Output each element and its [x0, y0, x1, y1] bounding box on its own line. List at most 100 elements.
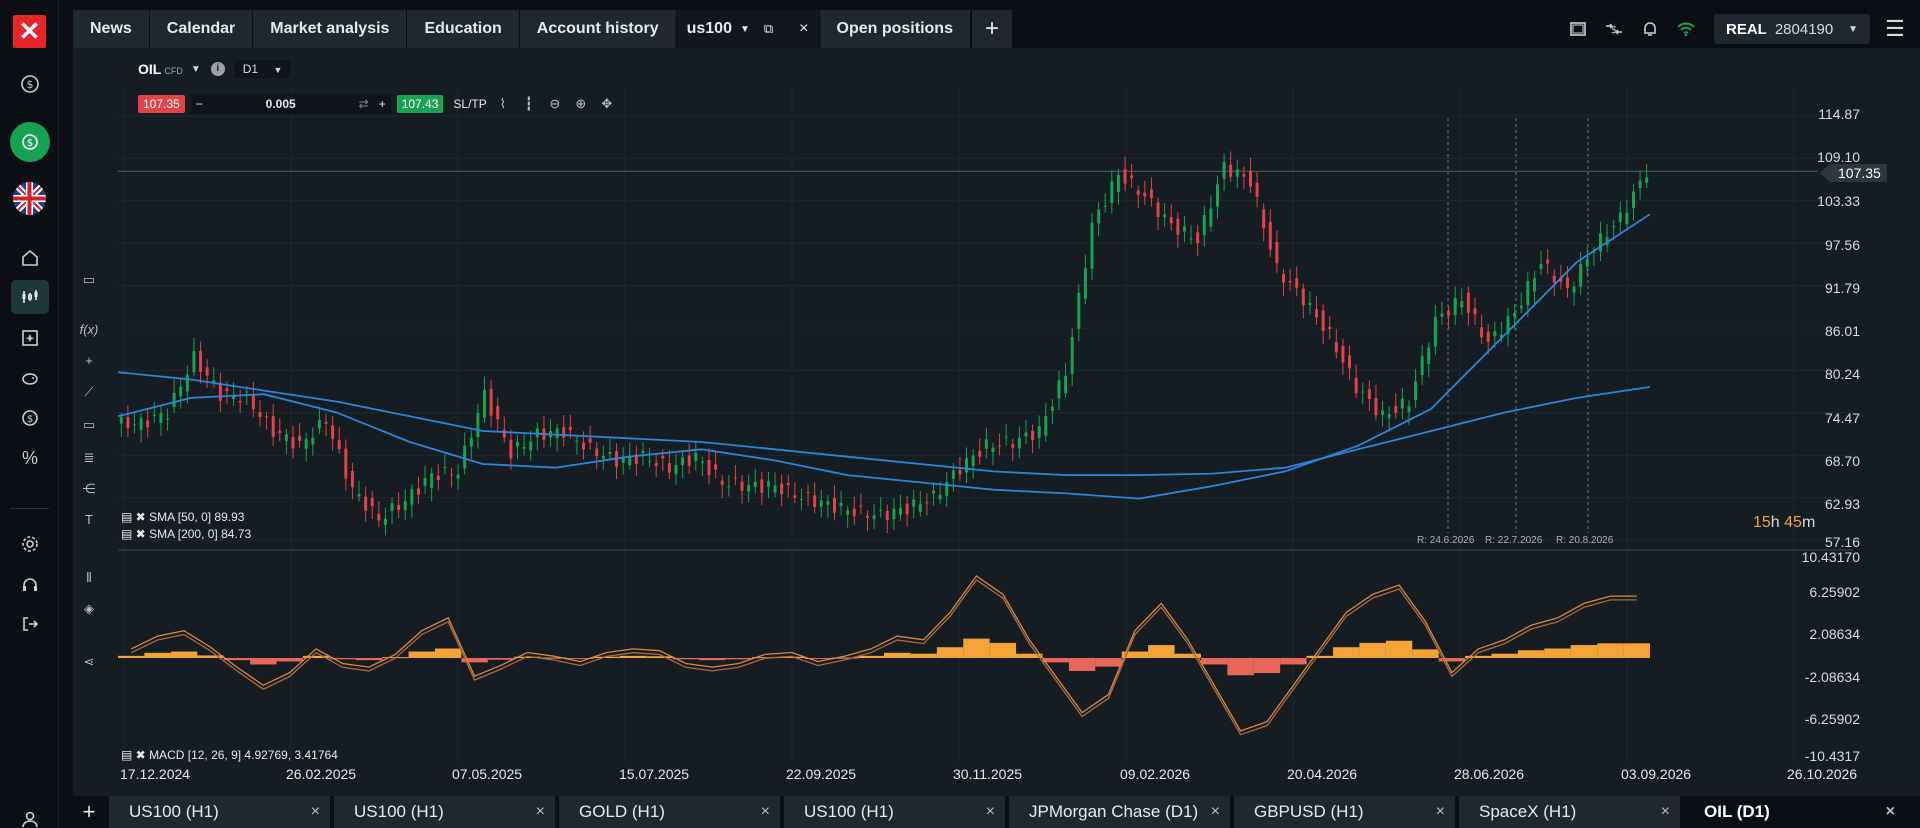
- logout-icon[interactable]: [11, 607, 49, 641]
- layers-icon[interactable]: ◈: [79, 599, 99, 619]
- deposit-button[interactable]: $: [10, 122, 50, 162]
- xtb-logo-icon[interactable]: ✕: [13, 15, 46, 48]
- volume-input[interactable]: 0.005: [208, 97, 354, 111]
- add-tab-button[interactable]: +: [971, 10, 1012, 48]
- price-chart[interactable]: [73, 48, 1920, 796]
- macd-bar: [1253, 658, 1281, 674]
- headset-icon[interactable]: [11, 568, 49, 602]
- chart-tab[interactable]: US100 (H1) ×: [784, 796, 1005, 828]
- tab-news[interactable]: News: [73, 10, 149, 48]
- close-icon[interactable]: ×: [1436, 803, 1445, 821]
- money-icon[interactable]: $: [11, 401, 49, 435]
- piggy-bank-icon[interactable]: [11, 361, 49, 395]
- dollar-circle-icon[interactable]: $: [11, 67, 49, 101]
- home-icon[interactable]: [11, 241, 49, 275]
- candle: [291, 436, 295, 449]
- symbol-search-tab[interactable]: us100 ▼ ⧉ ×: [676, 10, 819, 48]
- close-icon[interactable]: ×: [986, 803, 995, 821]
- candle: [258, 412, 262, 417]
- function-icon[interactable]: f(x): [79, 320, 99, 340]
- chevron-down-icon[interactable]: ▼: [191, 64, 201, 75]
- chart-tab[interactable]: US100 (H1) ×: [109, 796, 330, 828]
- zoom-out-icon[interactable]: ⊖: [545, 96, 565, 112]
- candle: [1149, 189, 1153, 198]
- macd-bar: [963, 638, 990, 658]
- candle: [271, 416, 275, 437]
- sell-button[interactable]: 107.35: [138, 95, 185, 113]
- tab-open-positions[interactable]: Open positions: [819, 10, 970, 48]
- settings-icon[interactable]: [11, 527, 49, 561]
- tab-account-history[interactable]: Account history: [519, 10, 676, 48]
- swap-icon[interactable]: ⇄: [354, 97, 374, 111]
- macd-axis-label: -2.08634: [1804, 669, 1860, 685]
- sltp-button[interactable]: SL/TP: [453, 97, 486, 111]
- tab-education[interactable]: Education: [407, 10, 519, 48]
- date-axis-label: 15.07.2025: [619, 766, 690, 782]
- chart-tab[interactable]: US100 (H1) ×: [334, 796, 555, 828]
- candle: [1097, 209, 1101, 224]
- tab-market-analysis[interactable]: Market analysis: [253, 10, 407, 48]
- chart-tab[interactable]: SpaceX (H1) ×: [1459, 796, 1680, 828]
- chart-tab-active[interactable]: OIL (D1) ×: [1684, 796, 1905, 828]
- candle: [469, 438, 473, 447]
- popout-icon[interactable]: ⧉: [764, 21, 773, 37]
- transfer-icon[interactable]: $: [1596, 14, 1632, 44]
- bell-icon[interactable]: [1632, 14, 1668, 44]
- window-icon[interactable]: ▭: [79, 270, 99, 290]
- crosshair-icon[interactable]: +: [79, 351, 99, 371]
- candle: [482, 389, 486, 419]
- chart-tab[interactable]: GOLD (H1) ×: [559, 796, 780, 828]
- fullscreen-icon[interactable]: [1560, 14, 1596, 44]
- candles-icon[interactable]: ┇: [519, 96, 539, 112]
- candle: [1064, 375, 1068, 394]
- close-icon[interactable]: ×: [1886, 803, 1895, 821]
- candle: [865, 515, 869, 518]
- close-icon[interactable]: ×: [1661, 803, 1670, 821]
- increase-button[interactable]: +: [374, 97, 391, 111]
- timeframe-select[interactable]: D1 ▼: [234, 60, 291, 78]
- menu-icon[interactable]: ☰: [1870, 14, 1920, 44]
- chart-tab[interactable]: JPMorgan Chase (D1) ×: [1009, 796, 1230, 828]
- candle: [370, 497, 374, 507]
- uk-flag-icon[interactable]: [13, 182, 46, 215]
- news-icon[interactable]: [11, 321, 49, 355]
- tab-calendar[interactable]: Calendar: [149, 10, 253, 48]
- chart-tab[interactable]: GBPUSD (H1) ×: [1234, 796, 1455, 828]
- share-icon[interactable]: ⋖: [79, 652, 99, 672]
- buy-button[interactable]: 107.43: [396, 95, 444, 113]
- close-icon[interactable]: ×: [799, 20, 808, 38]
- close-icon[interactable]: ×: [761, 803, 770, 821]
- rail-divider: [10, 508, 49, 509]
- info-icon[interactable]: i: [210, 62, 225, 76]
- chart-panel[interactable]: OIL CFD ▼ i D1 ▼ 107.35 − 0.005 ⇄ + 107.4…: [73, 48, 1920, 796]
- user-icon[interactable]: [11, 802, 49, 828]
- svg-text:$: $: [27, 78, 34, 91]
- close-icon[interactable]: ×: [311, 803, 320, 821]
- candle: [489, 388, 493, 416]
- current-price-tag: 107.35: [1820, 164, 1887, 182]
- close-icon[interactable]: ×: [1211, 803, 1220, 821]
- close-icon[interactable]: ×: [536, 803, 545, 821]
- move-icon[interactable]: ✥: [597, 96, 617, 112]
- indicators-icon[interactable]: ⫴: [79, 568, 99, 588]
- charts-icon[interactable]: [11, 280, 49, 314]
- candle: [885, 511, 889, 521]
- percent-icon[interactable]: %: [11, 441, 49, 475]
- sma200-legend[interactable]: ▤ ✖ SMA [200, 0] 84.73: [121, 527, 251, 541]
- zoom-in-icon[interactable]: ⊕: [571, 96, 591, 112]
- symbol-selector[interactable]: OIL CFD: [138, 61, 183, 77]
- line-chart-icon[interactable]: ⌇: [493, 96, 513, 112]
- macd-legend[interactable]: ▤ ✖ MACD [12, 26, 9] 4.92769, 3.41764: [121, 748, 338, 762]
- sma50-legend[interactable]: ▤ ✖ SMA [50, 0] 89.93: [121, 510, 244, 524]
- candle: [813, 495, 817, 507]
- candle: [410, 489, 414, 505]
- account-selector[interactable]: REAL 2804190 ▼: [1714, 14, 1870, 44]
- fibonacci-icon[interactable]: ≣: [79, 448, 99, 468]
- decrease-button[interactable]: −: [191, 97, 208, 111]
- add-chart-button[interactable]: +: [73, 796, 105, 828]
- svg-text:$: $: [27, 138, 33, 149]
- trendline-icon[interactable]: ⟋: [79, 382, 99, 402]
- text-tool-icon[interactable]: T: [79, 510, 99, 530]
- rectangle-icon[interactable]: ▭: [79, 415, 99, 435]
- fan-icon[interactable]: ⋲: [79, 479, 99, 499]
